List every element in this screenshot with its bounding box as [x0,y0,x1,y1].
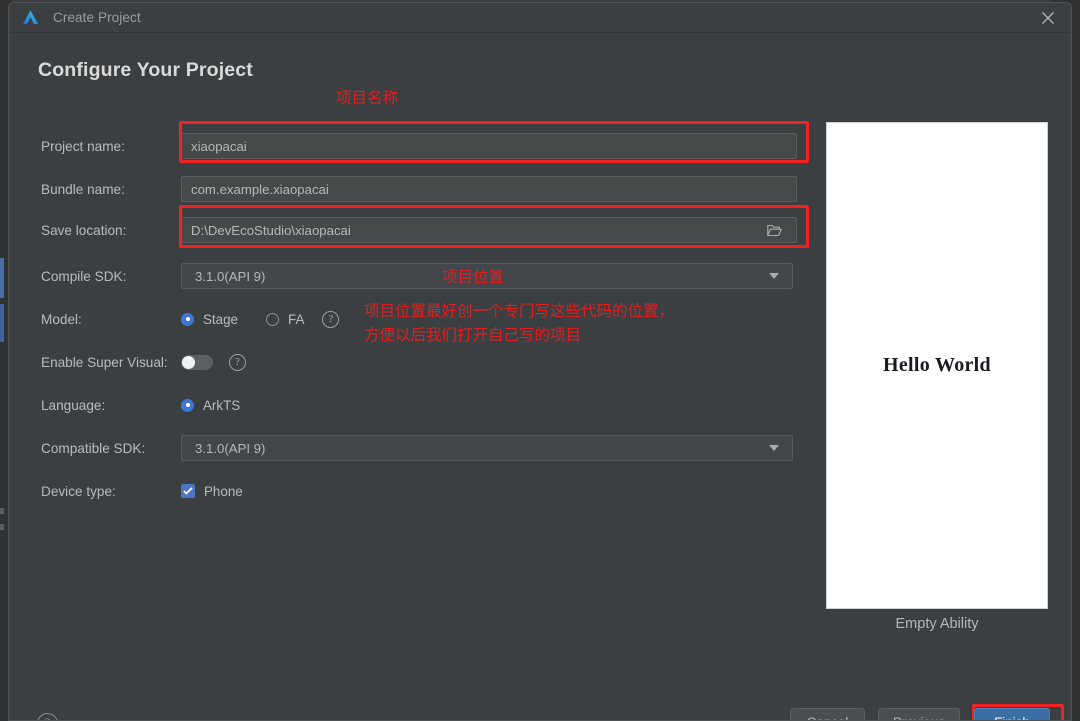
folder-open-icon[interactable] [767,224,782,237]
annotation-location-tip-line1: 项目位置最好创一个专门写这些代码的位置， [364,302,675,320]
annotation-project-name: 项目名称 [336,89,399,107]
background-window-strip [0,304,4,342]
radio-indicator-unselected [266,312,279,326]
compile-sdk-label: Compile SDK: [41,268,127,284]
radio-indicator-selected [181,398,194,412]
radio-indicator-selected [181,312,194,326]
row-save-location: Save location: D:\DevEcoStudio\xiaopacai [41,217,797,243]
radio-model-stage[interactable]: Stage [181,312,238,327]
save-location-value: D:\DevEcoStudio\xiaopacai [191,222,351,238]
finish-button[interactable]: Finish [974,708,1050,720]
dialog-title: Create Project [53,10,141,25]
checkbox-device-phone[interactable]: Phone [181,484,243,499]
compatible-sdk-value: 3.1.0(API 9) [195,440,266,456]
radio-model-fa[interactable]: FA [266,312,304,327]
bundle-name-value: com.example.xiaopacai [191,181,329,197]
compatible-sdk-select[interactable]: 3.1.0(API 9) [181,435,793,461]
help-circle-icon[interactable]: ? [229,353,246,371]
annotation-location-tip-line2: 方便以后我们打开自己写的项目 [364,326,582,344]
compatible-sdk-label: Compatible SDK: [41,440,146,456]
help-circle-icon[interactable]: ? [37,713,58,720]
toggle-knob [182,355,195,369]
row-language: Language: ArkTS [41,392,240,418]
annotation-save-location: 项目位置 [442,268,505,286]
cancel-button[interactable]: Cancel [790,708,865,720]
device-type-label: Device type: [41,483,116,499]
dialog-titlebar[interactable]: Create Project [9,3,1071,33]
enable-super-visual-label: Enable Super Visual: [41,354,168,370]
background-window-strip [0,524,4,530]
close-icon[interactable] [1025,3,1071,32]
row-enable-super-visual: Enable Super Visual: ? [41,349,246,375]
row-compile-sdk: Compile SDK: 3.1.0(API 9) [41,263,793,289]
row-project-name: Project name: xiaopacai [41,133,797,159]
dialog-body: Configure Your Project Project name: xia… [9,33,1071,720]
model-label: Model: [41,311,82,327]
radio-language-arkts[interactable]: ArkTS [181,398,240,413]
language-label: Language: [41,397,106,413]
chevron-down-icon[interactable] [769,445,779,451]
row-bundle-name: Bundle name: com.example.xiaopacai [41,176,797,202]
radio-model-fa-label: FA [288,311,305,327]
page-title: Configure Your Project [38,59,253,81]
chevron-down-icon[interactable] [769,273,779,279]
row-model: Model: Stage FA ? [41,306,340,332]
bundle-name-input[interactable]: com.example.xiaopacai [181,176,797,202]
project-name-input[interactable]: xiaopacai [181,133,797,159]
preview-hello-world-text: Hello World [883,354,991,376]
row-device-type: Device type: Phone [41,478,243,504]
bundle-name-label: Bundle name: [41,181,125,197]
previous-button[interactable]: Previous [878,708,960,720]
project-name-label: Project name: [41,138,125,154]
save-location-label: Save location: [41,222,127,238]
create-project-dialog: Create Project Configure Your Project Pr… [8,2,1072,721]
background-window-strip [0,258,4,298]
save-location-input[interactable]: D:\DevEcoStudio\xiaopacai [181,217,797,243]
enable-super-visual-toggle[interactable] [181,354,213,370]
checkbox-indicator-checked [181,484,195,498]
row-compatible-sdk: Compatible SDK: 3.1.0(API 9) [41,435,793,461]
background-window-strip [0,508,4,514]
deveco-studio-logo-icon [22,10,39,24]
help-circle-icon[interactable]: ? [322,310,340,328]
preview-caption: Empty Ability [895,616,979,632]
template-preview: Hello World [826,122,1048,609]
radio-model-stage-label: Stage [203,311,238,327]
project-name-value: xiaopacai [191,138,247,154]
radio-language-arkts-label: ArkTS [203,397,241,413]
checkbox-device-phone-label: Phone [204,483,243,499]
